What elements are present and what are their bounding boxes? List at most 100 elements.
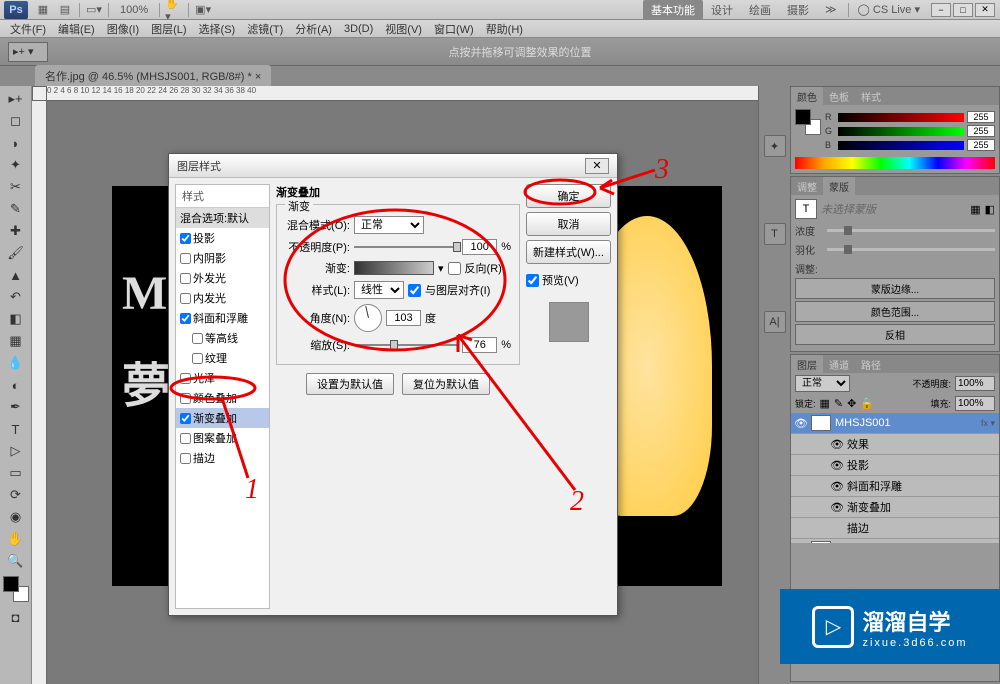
styles-tab[interactable]: 样式 — [855, 87, 887, 105]
hand-tool[interactable]: ✋ — [5, 529, 27, 549]
style-texture[interactable]: 纹理 — [176, 348, 269, 368]
quickmask-tool[interactable]: ◘ — [5, 607, 27, 627]
layers-tab[interactable]: 图层 — [791, 355, 823, 373]
shape-tool[interactable]: ▭ — [5, 463, 27, 483]
menu-help[interactable]: 帮助(H) — [480, 19, 529, 39]
gradient-tool[interactable]: ▦ — [5, 331, 27, 351]
style-inner-shadow[interactable]: 内阴影 — [176, 248, 269, 268]
reverse-check[interactable] — [448, 262, 461, 275]
layer-item-mhsjs001[interactable]: 👁 T MHSJS001 fx ▾ — [791, 413, 999, 434]
panel-swatch[interactable] — [795, 109, 821, 135]
angle-dial[interactable] — [354, 304, 382, 332]
opacity-input[interactable] — [462, 239, 497, 255]
color-range-button[interactable]: 颜色范围... — [795, 301, 995, 322]
align-check[interactable] — [408, 284, 421, 297]
view-extras-icon[interactable]: ▭▾ — [85, 2, 103, 18]
color-swatch[interactable] — [3, 576, 29, 602]
layer-item-designer[interactable]: 👁T夢幻設計師 — [791, 539, 999, 543]
style-satin[interactable]: 光泽 — [176, 368, 269, 388]
b-slider[interactable] — [838, 141, 964, 150]
scale-input[interactable] — [462, 337, 497, 353]
density-slider[interactable] — [827, 229, 995, 232]
cancel-button[interactable]: 取消 — [526, 212, 611, 236]
channels-tab[interactable]: 通道 — [823, 355, 855, 373]
crop-tool[interactable]: ✂ — [5, 177, 27, 197]
blendmode-select[interactable]: 正常 — [354, 216, 424, 234]
r-value[interactable]: 255 — [967, 111, 995, 123]
mask-tab[interactable]: 蒙版 — [823, 177, 855, 195]
adjust-tab[interactable]: 调整 — [791, 177, 823, 195]
history-brush-tool[interactable]: ↶ — [5, 287, 27, 307]
invert-button[interactable]: 反相 — [795, 324, 995, 345]
g-value[interactable]: 255 — [967, 125, 995, 137]
minimize-button[interactable]: − — [931, 3, 951, 17]
type-tool[interactable]: T — [5, 419, 27, 439]
style-outer-glow[interactable]: 外发光 — [176, 268, 269, 288]
menu-analysis[interactable]: 分析(A) — [289, 19, 338, 39]
marquee-tool[interactable]: ◻ — [5, 111, 27, 131]
lock-pos-icon[interactable]: ✥ — [847, 397, 856, 410]
minibridge-icon[interactable]: ▤ — [56, 2, 74, 18]
g-slider[interactable] — [838, 127, 964, 136]
workspace-photo[interactable]: 摄影 — [779, 0, 817, 20]
layer-fx-group[interactable]: 👁效果 — [791, 434, 999, 455]
styles-header[interactable]: 样式 — [176, 185, 269, 208]
hue-ramp[interactable] — [795, 157, 995, 169]
document-tab[interactable]: 名作.jpg @ 46.5% (MHSJS001, RGB/8#) * × — [35, 65, 271, 87]
history-dock-icon[interactable]: ✦ — [764, 135, 786, 157]
wand-tool[interactable]: ✦ — [5, 155, 27, 175]
menu-select[interactable]: 选择(S) — [193, 19, 242, 39]
brush-tool[interactable]: 🖌 — [5, 243, 27, 263]
stamp-tool[interactable]: ▲ — [5, 265, 27, 285]
paths-tab[interactable]: 路径 — [855, 355, 887, 373]
lock-all-icon[interactable]: 🔒 — [860, 397, 874, 410]
opacity-slider[interactable] — [354, 246, 458, 248]
scale-slider[interactable] — [354, 344, 458, 346]
opacity-value[interactable]: 100% — [955, 376, 995, 391]
eraser-tool[interactable]: ◧ — [5, 309, 27, 329]
gradient-preview[interactable] — [354, 261, 434, 275]
mask-edge-button[interactable]: 蒙版边缘... — [795, 278, 995, 299]
zoom-tool[interactable]: 🔍 — [5, 551, 27, 571]
menu-3d[interactable]: 3D(D) — [338, 21, 379, 37]
visibility-icon[interactable]: 👁 — [795, 417, 807, 429]
screen-mode-icon[interactable]: ▣▾ — [194, 2, 212, 18]
fill-value[interactable]: 100% — [955, 396, 995, 411]
blur-tool[interactable]: 💧 — [5, 353, 27, 373]
swatches-tab[interactable]: 色板 — [823, 87, 855, 105]
heal-tool[interactable]: ✚ — [5, 221, 27, 241]
angle-input[interactable] — [386, 310, 421, 326]
3d-camera-tool[interactable]: ◉ — [5, 507, 27, 527]
hand-icon[interactable]: ✋▾ — [165, 2, 183, 18]
path-tool[interactable]: ▷ — [5, 441, 27, 461]
eyedropper-tool[interactable]: ✎ — [5, 199, 27, 219]
layer-fx-shadow[interactable]: 👁投影 — [791, 455, 999, 476]
set-default-button[interactable]: 设置为默认值 — [306, 373, 394, 395]
menu-window[interactable]: 窗口(W) — [428, 19, 480, 39]
style-select[interactable]: 线性 — [354, 281, 404, 299]
type-dock-icon[interactable]: T — [764, 223, 786, 245]
zoom-level[interactable]: 100% — [112, 2, 156, 18]
pixel-mask-icon[interactable]: ▦ — [970, 203, 980, 216]
layer-fx-stroke[interactable]: 描边 — [791, 518, 999, 539]
vector-mask-icon[interactable]: ◧ — [985, 203, 995, 216]
menu-view[interactable]: 视图(V) — [379, 19, 428, 39]
blend-options-item[interactable]: 混合选项:默认 — [176, 208, 269, 228]
workspace-more[interactable]: ≫ — [817, 1, 845, 18]
style-stroke[interactable]: 描边 — [176, 448, 269, 468]
tool-preset[interactable]: ▸+ ▾ — [8, 42, 48, 62]
color-tab[interactable]: 颜色 — [791, 87, 823, 105]
character-dock-icon[interactable]: A| — [764, 311, 786, 333]
menu-edit[interactable]: 编辑(E) — [52, 19, 101, 39]
feather-slider[interactable] — [827, 248, 995, 251]
preview-check[interactable] — [526, 274, 539, 287]
menu-filter[interactable]: 滤镜(T) — [241, 19, 289, 39]
newstyle-button[interactable]: 新建样式(W)... — [526, 240, 611, 264]
style-contour[interactable]: 等高线 — [176, 328, 269, 348]
layer-fx-bevel[interactable]: 👁斜面和浮雕 — [791, 476, 999, 497]
style-color-overlay[interactable]: 颜色叠加 — [176, 388, 269, 408]
style-gradient-overlay[interactable]: 渐变叠加 — [176, 408, 269, 428]
lock-trans-icon[interactable]: ▦ — [820, 397, 830, 410]
lasso-tool[interactable]: ◗ — [5, 133, 27, 153]
workspace-basic[interactable]: 基本功能 — [643, 0, 703, 20]
